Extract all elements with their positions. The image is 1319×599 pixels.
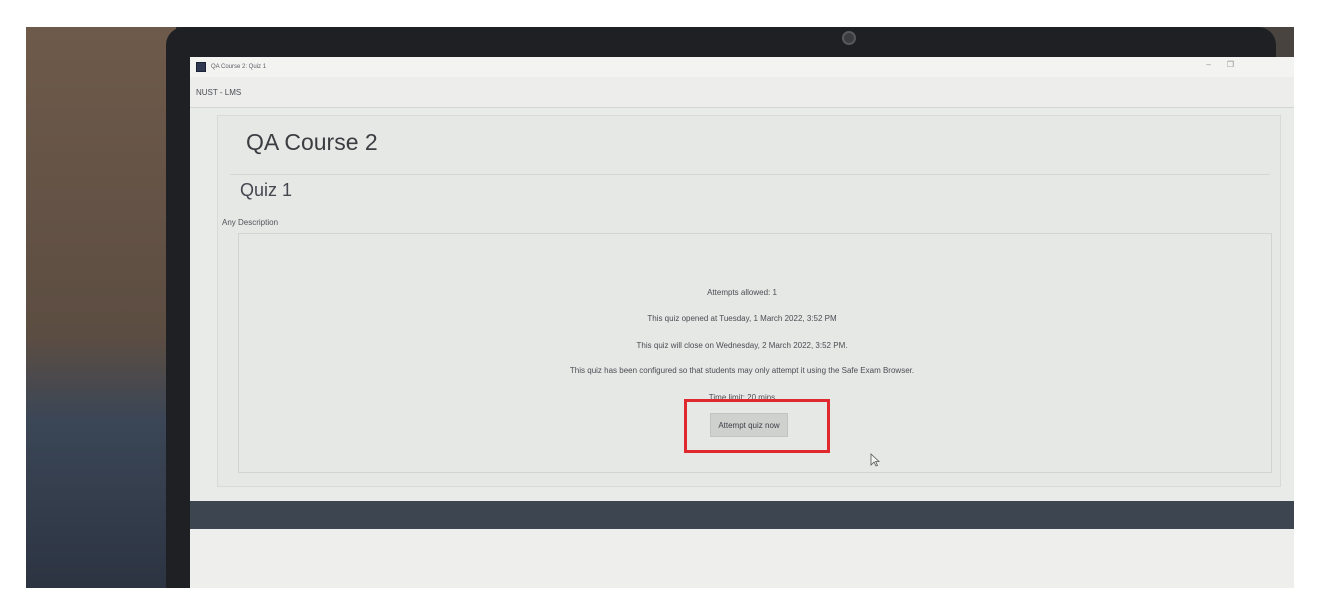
attempt-quiz-button[interactable]: Attempt quiz now: [710, 413, 788, 437]
photo-frame: QA Course 2: Quiz 1 – ❐ NUST - LMS QA Co…: [26, 27, 1294, 588]
page-footer: [190, 501, 1294, 529]
time-limit-text: Time limit: 20 mins: [708, 393, 776, 402]
quiz-title: Quiz 1: [240, 180, 293, 200]
window-controls: – ❐: [1206, 60, 1234, 69]
attempts-allowed-text: Attempts allowed: 1: [707, 288, 777, 297]
minimize-icon[interactable]: –: [1206, 60, 1210, 69]
quiz-close-text: This quiz will close on Wednesday, 2 Mar…: [636, 341, 848, 350]
moodle-app-icon: [196, 62, 206, 72]
restore-icon[interactable]: ❐: [1227, 60, 1234, 69]
below-footer-area: [190, 529, 1294, 588]
window-titlebar: QA Course 2: Quiz 1 – ❐: [190, 57, 1294, 77]
top-navbar: NUST - LMS: [190, 77, 1294, 108]
course-title: QA Course 2: [246, 129, 378, 155]
safe-exam-browser-notice: This quiz has been configured so that st…: [569, 366, 915, 375]
site-brand-link[interactable]: NUST - LMS: [196, 88, 241, 97]
header-divider: [230, 174, 1270, 175]
window-title: QA Course 2: Quiz 1: [211, 64, 267, 70]
quiz-info-box: [238, 233, 1272, 473]
laptop-screen: QA Course 2: Quiz 1 – ❐ NUST - LMS QA Co…: [190, 57, 1294, 588]
webcam-icon: [842, 31, 856, 45]
quiz-opened-text: This quiz opened at Tuesday, 1 March 202…: [647, 314, 837, 323]
quiz-description: Any Description: [222, 218, 279, 227]
photo-background-left: [26, 27, 176, 588]
mouse-pointer-icon: [870, 453, 880, 467]
